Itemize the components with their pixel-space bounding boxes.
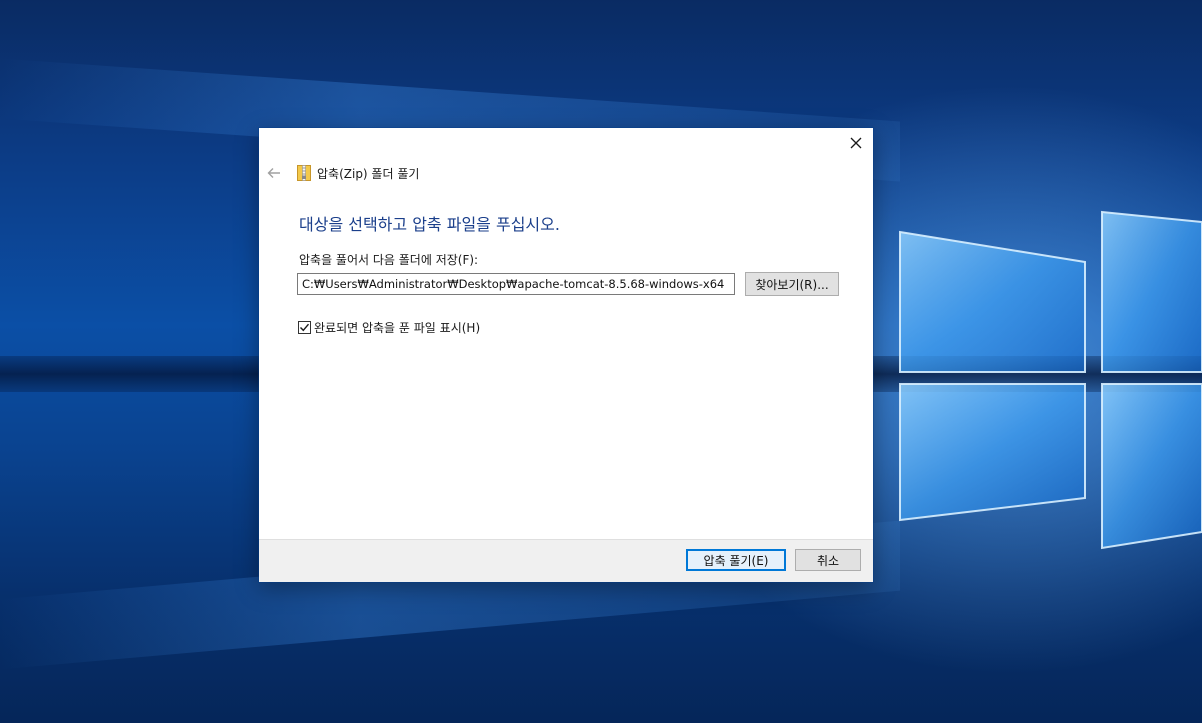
back-button[interactable] (263, 162, 285, 184)
zip-folder-icon (297, 165, 311, 181)
checkmark-icon (300, 323, 310, 332)
browse-button[interactable]: 찾아보기(R)... (745, 272, 839, 296)
close-icon (850, 137, 862, 149)
back-arrow-icon (267, 168, 280, 178)
close-button[interactable] (839, 128, 873, 158)
show-files-checkbox[interactable] (298, 321, 311, 334)
show-files-option[interactable]: 완료되면 압축을 푼 파일 표시(H) (298, 319, 480, 336)
wizard-title: 압축(Zip) 폴더 풀기 (317, 167, 420, 181)
extract-button[interactable]: 압축 풀기(E) (686, 549, 786, 571)
destination-path-input[interactable] (297, 273, 735, 295)
show-files-label: 완료되면 압축을 푼 파일 표시(H) (314, 321, 481, 335)
extract-zip-dialog: 압축(Zip) 폴더 풀기 대상을 선택하고 압축 파일을 푸십시오. 압축을 … (259, 128, 873, 582)
destination-label: 압축을 풀어서 다음 폴더에 저장(F): (299, 253, 479, 267)
page-heading: 대상을 선택하고 압축 파일을 푸십시오. (299, 215, 560, 234)
dialog-footer: 압축 풀기(E) 취소 (259, 539, 873, 582)
cancel-button[interactable]: 취소 (795, 549, 861, 571)
